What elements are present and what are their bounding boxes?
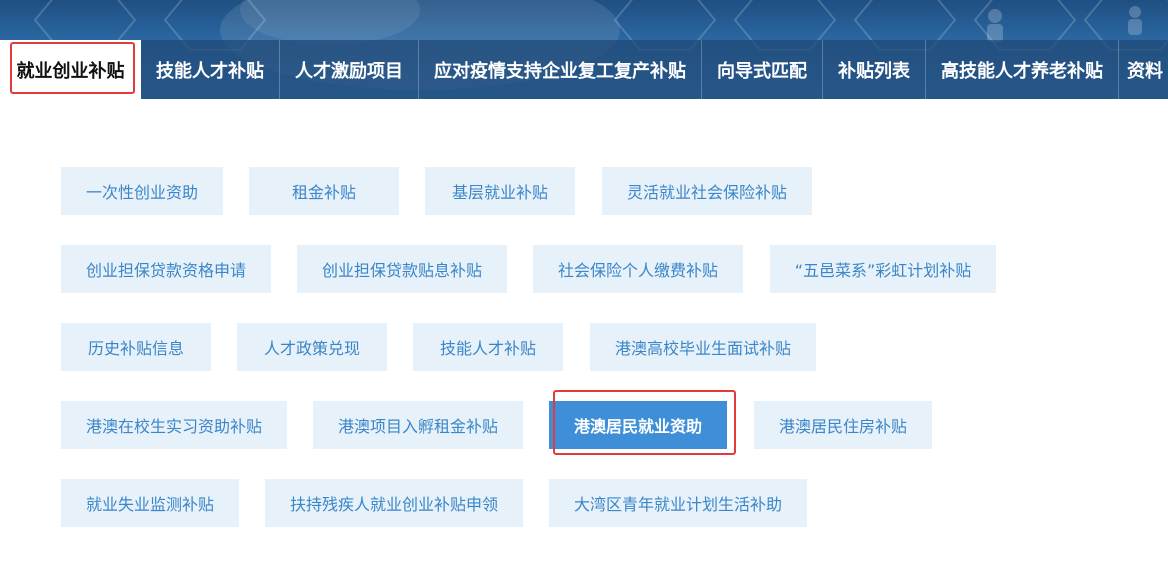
tab-employment-entrepreneurship-subsidy[interactable]: 就业创业补贴 [0,40,141,99]
subsidy-history-info[interactable]: 历史补贴信息 [61,323,211,371]
tab-label: 应对疫情支持企业复工复产补贴 [434,60,686,82]
tab-materials[interactable]: 资料 [1119,40,1168,99]
tab-skilled-talent-subsidy[interactable]: 技能人才补贴 [141,40,280,99]
subsidy-hkmo-student-internship[interactable]: 港澳在校生实习资助补贴 [61,401,287,449]
subsidy-hkmo-incubation-rent[interactable]: 港澳项目入孵租金补贴 [313,401,523,449]
tab-label: 向导式匹配 [717,60,807,82]
tab-guided-matching[interactable]: 向导式匹配 [702,40,823,99]
subsidy-skilled-talent[interactable]: 技能人才补贴 [413,323,563,371]
subsidy-talent-policy-redemption[interactable]: 人才政策兑现 [237,323,387,371]
subsidy-unemployment-monitoring[interactable]: 就业失业监测补贴 [61,479,239,527]
tab-label: 技能人才补贴 [156,60,264,82]
subsidy-guarantee-loan-interest[interactable]: 创业担保贷款贴息补贴 [297,245,507,293]
tab-label: 人才激励项目 [295,60,403,82]
header-banner: 就业创业补贴 技能人才补贴 人才激励项目 应对疫情支持企业复工复产补贴 向导式匹… [0,0,1168,99]
subsidy-guarantee-loan-qualification[interactable]: 创业担保贷款资格申请 [61,245,271,293]
page: 就业创业补贴 技能人才补贴 人才激励项目 应对疫情支持企业复工复产补贴 向导式匹… [0,0,1168,574]
subsidy-one-time-startup-grant[interactable]: 一次性创业资助 [61,167,223,215]
subsidy-hkmo-graduate-interview[interactable]: 港澳高校毕业生面试补贴 [590,323,816,371]
subsidy-grassroots-employment[interactable]: 基层就业补贴 [425,167,575,215]
category-tab-bar: 就业创业补贴 技能人才补贴 人才激励项目 应对疫情支持企业复工复产补贴 向导式匹… [0,40,1168,99]
tab-talent-incentive-projects[interactable]: 人才激励项目 [280,40,419,99]
subsidy-personal-insurance-contribution[interactable]: 社会保险个人缴费补贴 [533,245,743,293]
tab-label: 补贴列表 [838,60,910,82]
tab-label: 高技能人才养老补贴 [941,60,1103,82]
subsidy-rent-subsidy[interactable]: 租金补贴 [249,167,399,215]
subsidy-hkmo-resident-employment[interactable]: 港澳居民就业资助 [549,401,727,449]
subsidy-hkmo-resident-housing[interactable]: 港澳居民住房补贴 [754,401,932,449]
subsidy-flexible-employment-insurance[interactable]: 灵活就业社会保险补贴 [602,167,812,215]
subsidy-wuyi-cuisine-rainbow-plan[interactable]: “五邑菜系”彩虹计划补贴 [770,245,996,293]
subsidy-disabled-employment-support[interactable]: 扶持残疾人就业创业补贴申领 [265,479,523,527]
tab-highlight-outline [10,42,135,94]
tab-label: 资料 [1127,60,1163,82]
tab-subsidy-list[interactable]: 补贴列表 [823,40,926,99]
tab-epidemic-resumption-subsidy[interactable]: 应对疫情支持企业复工复产补贴 [419,40,702,99]
tab-high-skill-pension-subsidy[interactable]: 高技能人才养老补贴 [926,40,1119,99]
subsidy-gba-youth-living-allowance[interactable]: 大湾区青年就业计划生活补助 [549,479,807,527]
